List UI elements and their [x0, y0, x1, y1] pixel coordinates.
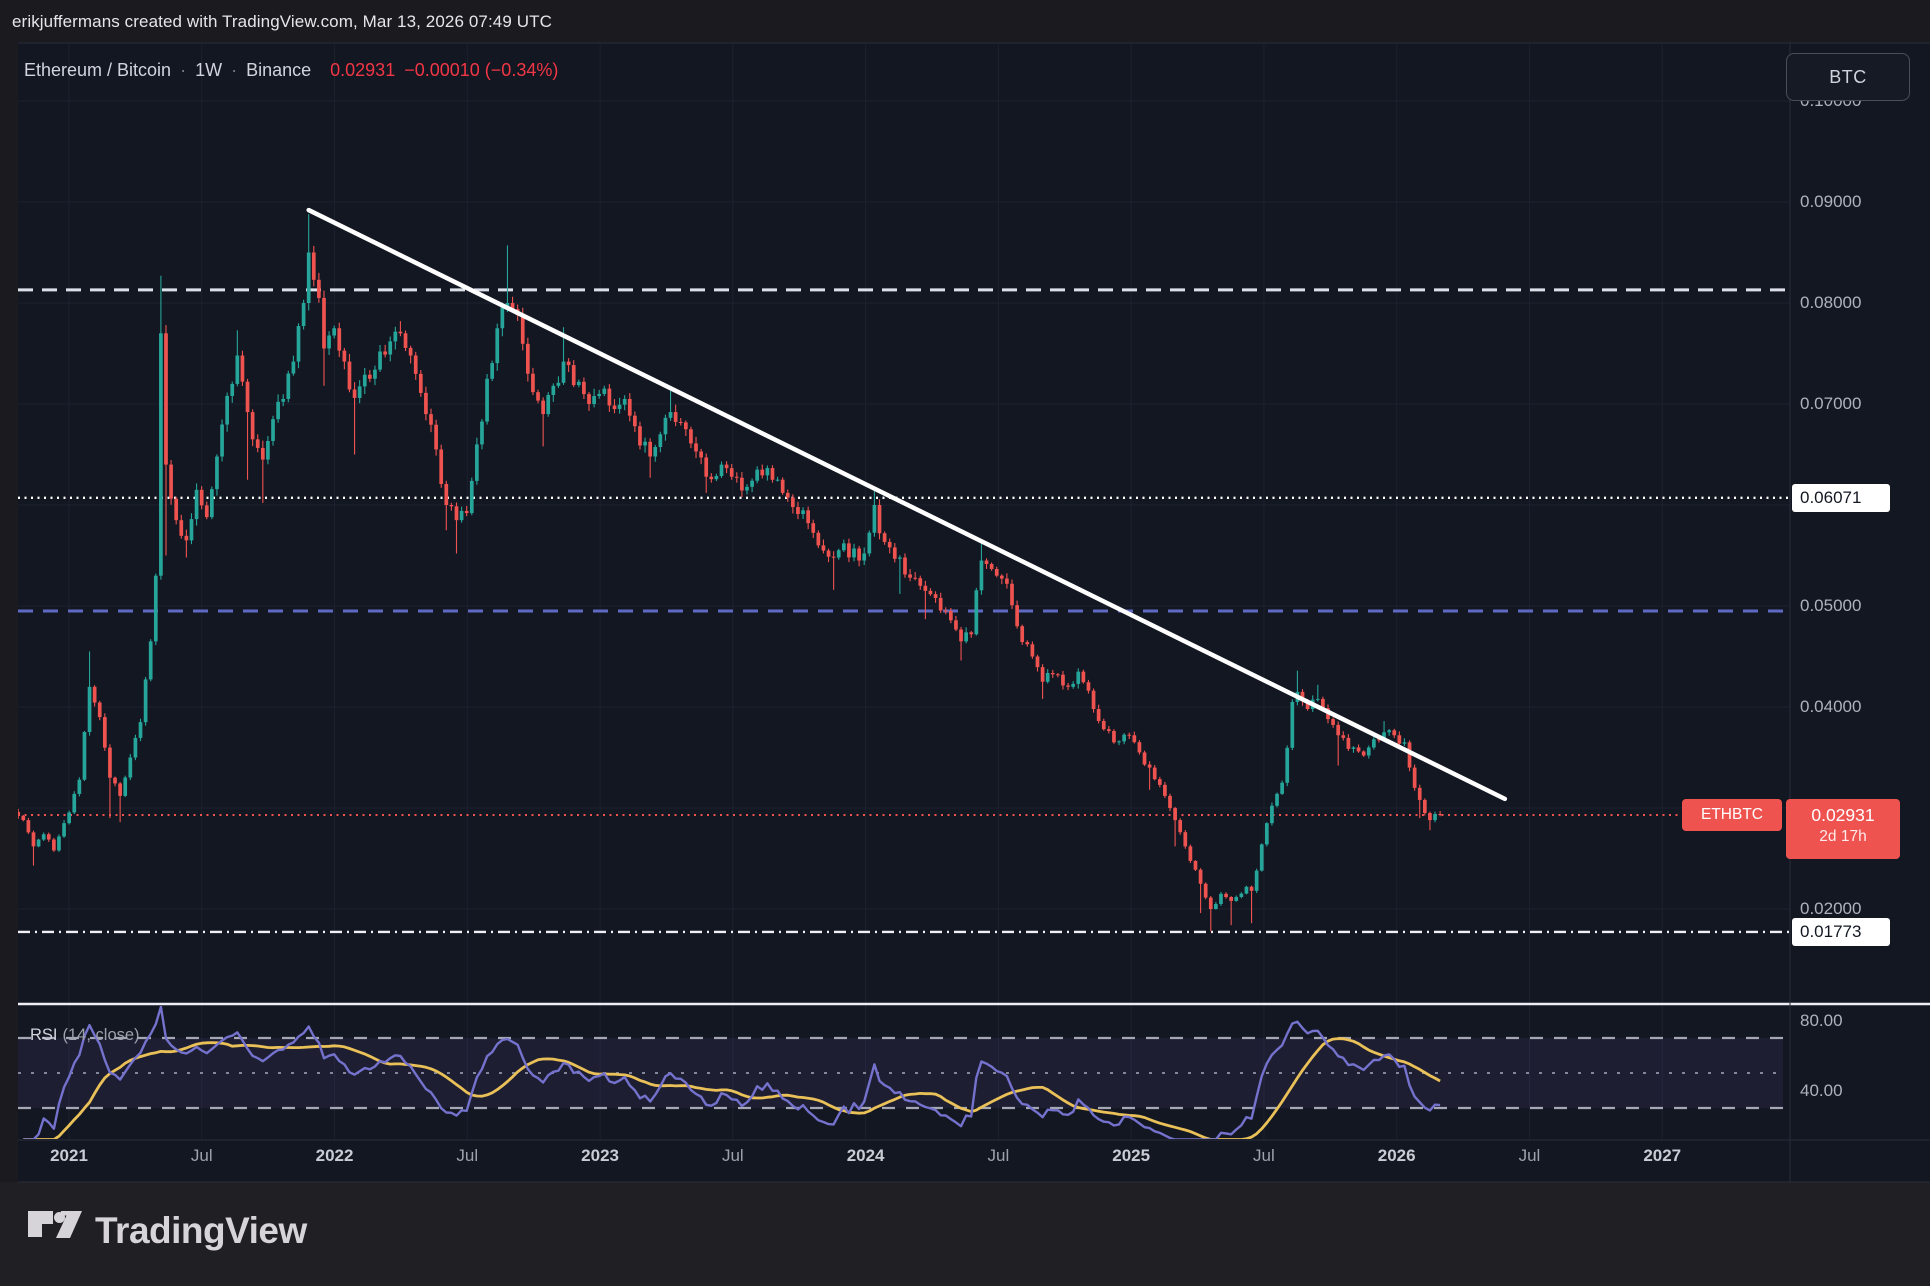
header-separator: ·: [180, 60, 186, 81]
rsi-axis-label: 40.00: [1800, 1080, 1843, 1102]
time-axis-label: Jul: [688, 1146, 778, 1166]
symbol-header: Ethereum / Bitcoin · 1W · Binance 0.0293…: [24, 60, 558, 81]
price-level-label: 0.06071: [1792, 484, 1890, 512]
time-axis-label: 2023: [555, 1146, 645, 1166]
last-price-symbol-tag: ETHBTC: [1682, 799, 1782, 831]
price-axis-label: 0.04000: [1800, 696, 1861, 718]
header-separator: ·: [231, 60, 237, 81]
price-axis-label: 0.09000: [1800, 191, 1861, 213]
price-axis-label: 0.02000: [1800, 898, 1861, 920]
time-axis-label: 2025: [1086, 1146, 1176, 1166]
header-change: −0.00010 (−0.34%): [404, 60, 558, 81]
price-axis-label: 0.08000: [1800, 292, 1861, 314]
time-axis-label: 2024: [821, 1146, 911, 1166]
price-axis-label: 0.05000: [1800, 595, 1861, 617]
time-axis-label: 2027: [1617, 1146, 1707, 1166]
last-price-value: 0.02931: [1786, 805, 1900, 826]
time-axis-label: 2026: [1352, 1146, 1442, 1166]
time-axis-label: Jul: [1219, 1146, 1309, 1166]
interval-label[interactable]: 1W: [195, 60, 222, 81]
tradingview-wordmark: TradingView: [95, 1210, 307, 1252]
quote-currency-button[interactable]: BTC: [1786, 53, 1910, 101]
bar-countdown: 2d 17h: [1786, 828, 1900, 846]
rsi-params: (14, close): [63, 1026, 140, 1045]
rsi-name: RSI: [30, 1026, 58, 1045]
price-axis-label: 0.07000: [1800, 393, 1861, 415]
symbol-title[interactable]: Ethereum / Bitcoin: [24, 60, 171, 81]
time-axis-label: 2021: [24, 1146, 114, 1166]
price-chart-canvas[interactable]: [0, 0, 1930, 1286]
time-axis-label: 2022: [290, 1146, 380, 1166]
rsi-axis-label: 80.00: [1800, 1010, 1843, 1032]
time-axis-label: Jul: [157, 1146, 247, 1166]
price-level-label: 0.01773: [1792, 918, 1890, 946]
time-axis-label: Jul: [953, 1146, 1043, 1166]
header-last-price: 0.02931: [330, 60, 395, 81]
exchange-label[interactable]: Binance: [246, 60, 311, 81]
last-price-tag: 0.02931 2d 17h: [1786, 799, 1900, 859]
time-axis-label: Jul: [1484, 1146, 1574, 1166]
tradingview-logo-icon: [28, 1210, 82, 1252]
rsi-indicator-title[interactable]: RSI (14, close): [30, 1026, 140, 1045]
time-axis-label: Jul: [422, 1146, 512, 1166]
tradingview-logo[interactable]: TradingView: [28, 1210, 307, 1252]
